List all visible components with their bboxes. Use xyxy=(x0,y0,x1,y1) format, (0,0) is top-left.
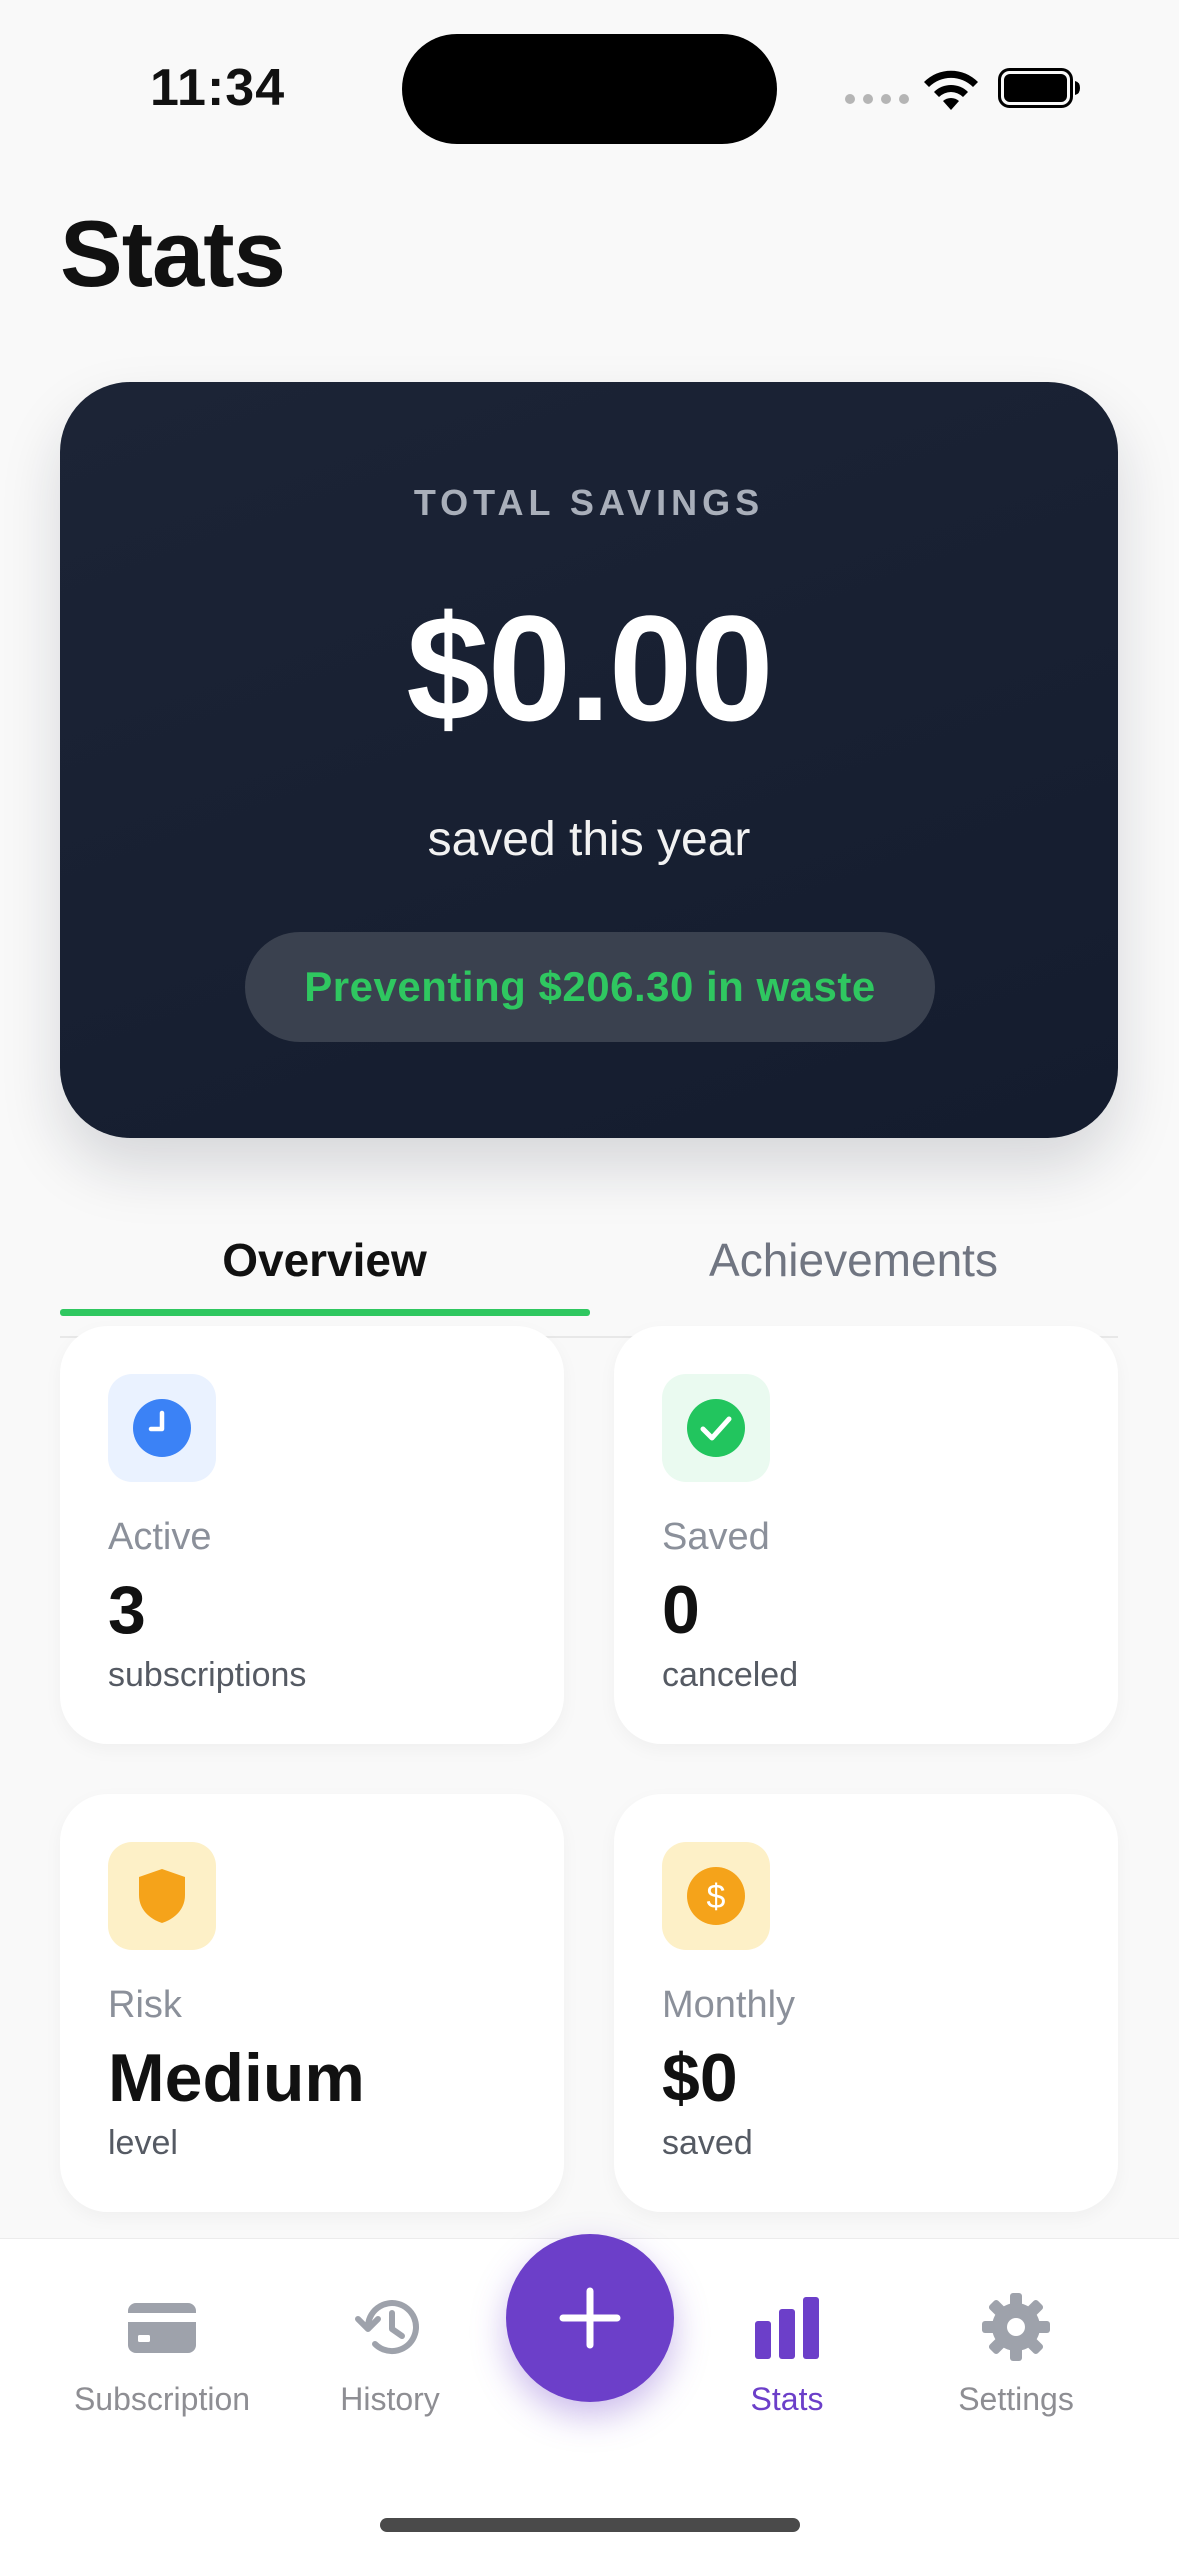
dollar-icon: $ xyxy=(662,1842,770,1950)
savings-subtitle: saved this year xyxy=(427,813,751,866)
monthly-savings-card[interactable]: $ Monthly $0 saved xyxy=(614,1794,1118,2212)
stat-value: 3 xyxy=(108,1572,146,1648)
page-title: Stats xyxy=(60,201,286,306)
stat-value: Medium xyxy=(108,2040,365,2116)
active-tab-indicator xyxy=(60,1309,590,1316)
nav-stats[interactable]: Stats xyxy=(677,2289,897,2418)
home-indicator xyxy=(380,2518,800,2532)
active-subscriptions-card[interactable]: Active 3 subscriptions xyxy=(60,1326,564,1744)
status-time: 11:34 xyxy=(150,59,286,117)
nav-label: History xyxy=(340,2381,440,2417)
nav-label: Stats xyxy=(750,2381,824,2417)
credit-card-icon xyxy=(128,2303,196,2353)
stat-label: Risk xyxy=(108,1984,182,2026)
plus-icon xyxy=(559,2287,621,2349)
stats-tabs: Overview Achievements xyxy=(60,1222,1118,1338)
waste-prevention-text: Preventing $206.30 in waste xyxy=(304,963,876,1010)
saved-canceled-card[interactable]: Saved 0 canceled xyxy=(614,1326,1118,1744)
shield-icon xyxy=(108,1842,216,1950)
add-subscription-button[interactable] xyxy=(506,2234,674,2402)
stat-caption: subscriptions xyxy=(108,1656,307,1694)
savings-amount: $0.00 xyxy=(406,584,773,752)
clock-icon xyxy=(108,1374,216,1482)
risk-level-card[interactable]: Risk Medium level xyxy=(60,1794,564,2212)
nav-settings[interactable]: Settings xyxy=(906,2289,1126,2418)
tab-achievements[interactable]: Achievements xyxy=(589,1222,1118,1322)
dynamic-island xyxy=(402,34,777,144)
total-savings-card: TOTAL SAVINGS $0.00 saved this year Prev… xyxy=(60,382,1118,1138)
tab-overview[interactable]: Overview xyxy=(60,1222,589,1322)
history-icon xyxy=(355,2300,419,2355)
stat-label: Monthly xyxy=(662,1984,796,2026)
savings-label: TOTAL SAVINGS xyxy=(413,482,765,523)
stat-caption: level xyxy=(108,2124,178,2162)
cellular-signal-icon xyxy=(845,94,909,104)
battery-icon xyxy=(998,68,1080,108)
stat-caption: canceled xyxy=(662,1656,799,1694)
stat-label: Saved xyxy=(662,1516,770,1558)
gear-icon xyxy=(982,2293,1050,2361)
nav-label: Subscription xyxy=(73,2381,251,2417)
nav-history[interactable]: History xyxy=(280,2289,500,2418)
svg-text:$: $ xyxy=(707,1878,726,1916)
wifi-icon xyxy=(924,70,978,110)
stat-label: Active xyxy=(108,1516,212,1558)
stat-caption: saved xyxy=(662,2124,753,2162)
waste-prevention-badge: Preventing $206.30 in waste xyxy=(245,932,935,1042)
bar-chart-icon xyxy=(755,2297,819,2359)
nav-subscription[interactable]: Subscription xyxy=(52,2289,272,2418)
stat-value: 0 xyxy=(662,1572,700,1648)
checkmark-icon xyxy=(662,1374,770,1482)
stat-value: $0 xyxy=(662,2040,738,2116)
nav-label: Settings xyxy=(958,2381,1074,2417)
